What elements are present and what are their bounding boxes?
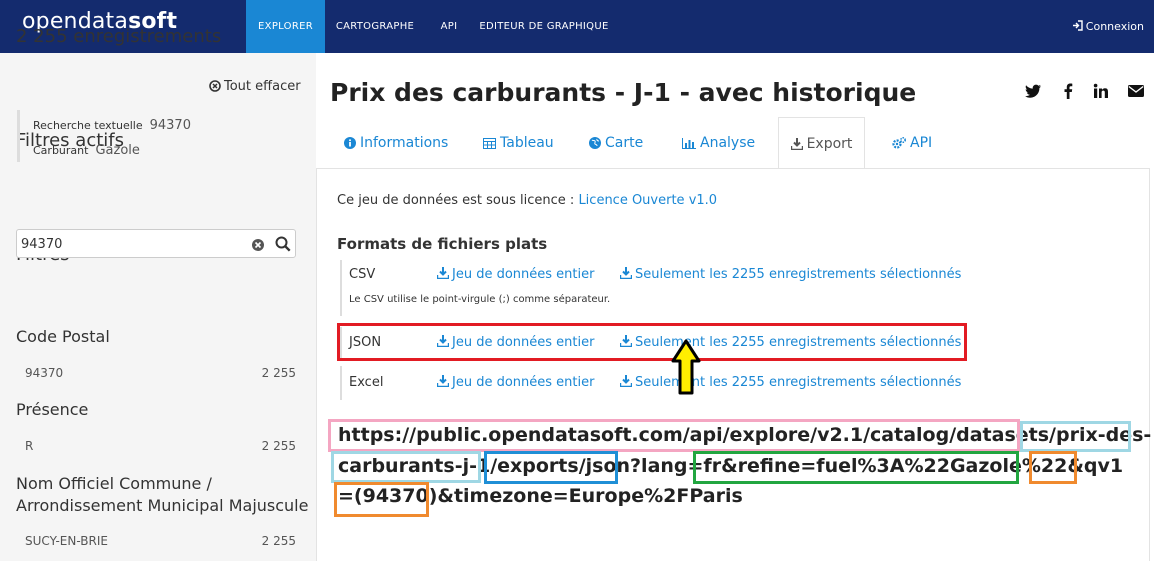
active-filter-text[interactable]: Recherche textuelle 94370 <box>33 118 191 133</box>
url-dataset-id-highlight-1 <box>1020 421 1131 452</box>
facet-value[interactable]: SUCY-EN-BRIE <box>25 534 108 548</box>
chart-icon <box>682 138 696 149</box>
url-query-value-highlight <box>334 482 429 517</box>
tab-informations[interactable]: Informations <box>344 117 448 169</box>
download-icon <box>436 267 450 280</box>
tab-export[interactable]: Export <box>778 117 865 169</box>
gears-icon <box>892 136 907 149</box>
format-excel-label: Excel <box>349 375 384 390</box>
facet-title-code-postal[interactable]: Code Postal <box>16 326 110 348</box>
facet-count: 2 255 <box>261 534 296 548</box>
csv-separator-note: Le CSV utilise le point-virgule (;) comm… <box>349 294 611 305</box>
nav-explorer[interactable]: EXPLORER <box>246 0 325 53</box>
records-count: 2 255 enregistrements <box>16 26 222 47</box>
up-arrow-annotation-icon <box>671 339 701 395</box>
facebook-icon[interactable] <box>1062 83 1074 103</box>
tab-carte[interactable]: Carte <box>589 117 643 169</box>
email-icon[interactable] <box>1127 83 1145 103</box>
download-icon <box>790 138 803 151</box>
url-qv1-highlight <box>1029 451 1077 484</box>
info-icon <box>344 137 356 149</box>
tab-analyse[interactable]: Analyse <box>682 117 755 169</box>
url-refine-highlight <box>693 451 1019 484</box>
download-icon <box>619 267 633 280</box>
excel-full-download-link[interactable]: Jeu de données entier <box>436 375 594 390</box>
active-filter-carburant[interactable]: Carburant Gazole <box>33 143 140 158</box>
tab-tableau[interactable]: Tableau <box>483 117 554 169</box>
url-dataset-id-highlight-2 <box>331 451 481 483</box>
search-icon[interactable] <box>275 236 291 256</box>
facet-value[interactable]: 94370 <box>25 366 63 380</box>
csv-selected-download-link[interactable]: Seulement les 2255 enregistrements sélec… <box>619 267 961 282</box>
csv-full-download-link[interactable]: Jeu de données entier <box>436 267 594 282</box>
facet-count: 2 255 <box>261 439 296 453</box>
nav-cartographe[interactable]: CARTOGRAPHE <box>325 0 425 53</box>
facet-value[interactable]: R <box>25 439 33 453</box>
facet-title-presence[interactable]: Présence <box>16 399 88 421</box>
license-line: Ce jeu de données est sous licence : Lic… <box>337 193 718 208</box>
tab-api[interactable]: API <box>892 117 932 169</box>
nav-api[interactable]: API <box>430 0 468 53</box>
login-button[interactable]: Connexion <box>1072 0 1144 53</box>
sign-in-icon <box>1072 20 1083 31</box>
license-link[interactable]: Licence Ouverte v1.0 <box>578 193 717 208</box>
facet-title-commune-line1[interactable]: Nom Officiel Commune / <box>16 473 212 495</box>
nav-editeur-graphique[interactable]: EDITEUR DE GRAPHIQUE <box>474 0 614 53</box>
flat-formats-title: Formats de fichiers plats <box>337 235 548 253</box>
twitter-icon[interactable] <box>1025 83 1042 103</box>
dataset-title: Prix des carburants - J-1 - avec histori… <box>330 78 917 107</box>
format-csv-label: CSV <box>349 267 376 282</box>
facet-title-commune-line2[interactable]: Arrondissement Municipal Majuscule <box>16 495 308 517</box>
clear-all-button[interactable]: Tout effacer <box>209 79 301 94</box>
clear-search-icon[interactable] <box>251 237 265 256</box>
facet-count: 2 255 <box>261 366 296 380</box>
format-divider <box>340 366 342 400</box>
globe-icon <box>589 137 601 149</box>
filter-search-input[interactable] <box>21 234 246 254</box>
linkedin-icon[interactable] <box>1093 83 1109 103</box>
times-circle-icon <box>209 80 221 92</box>
download-icon <box>436 375 450 388</box>
filter-search-box <box>16 229 296 258</box>
active-filters-list: Recherche textuelle 94370 Carburant Gazole <box>17 110 297 162</box>
url-base-highlight <box>328 419 1020 452</box>
url-exports-highlight <box>484 451 618 484</box>
table-icon <box>483 138 496 149</box>
json-highlight-box <box>337 323 967 361</box>
dataset-tabs: Informations Tableau Carte Analyse Expor… <box>316 117 1150 169</box>
format-divider <box>340 260 342 316</box>
download-icon <box>619 375 633 388</box>
